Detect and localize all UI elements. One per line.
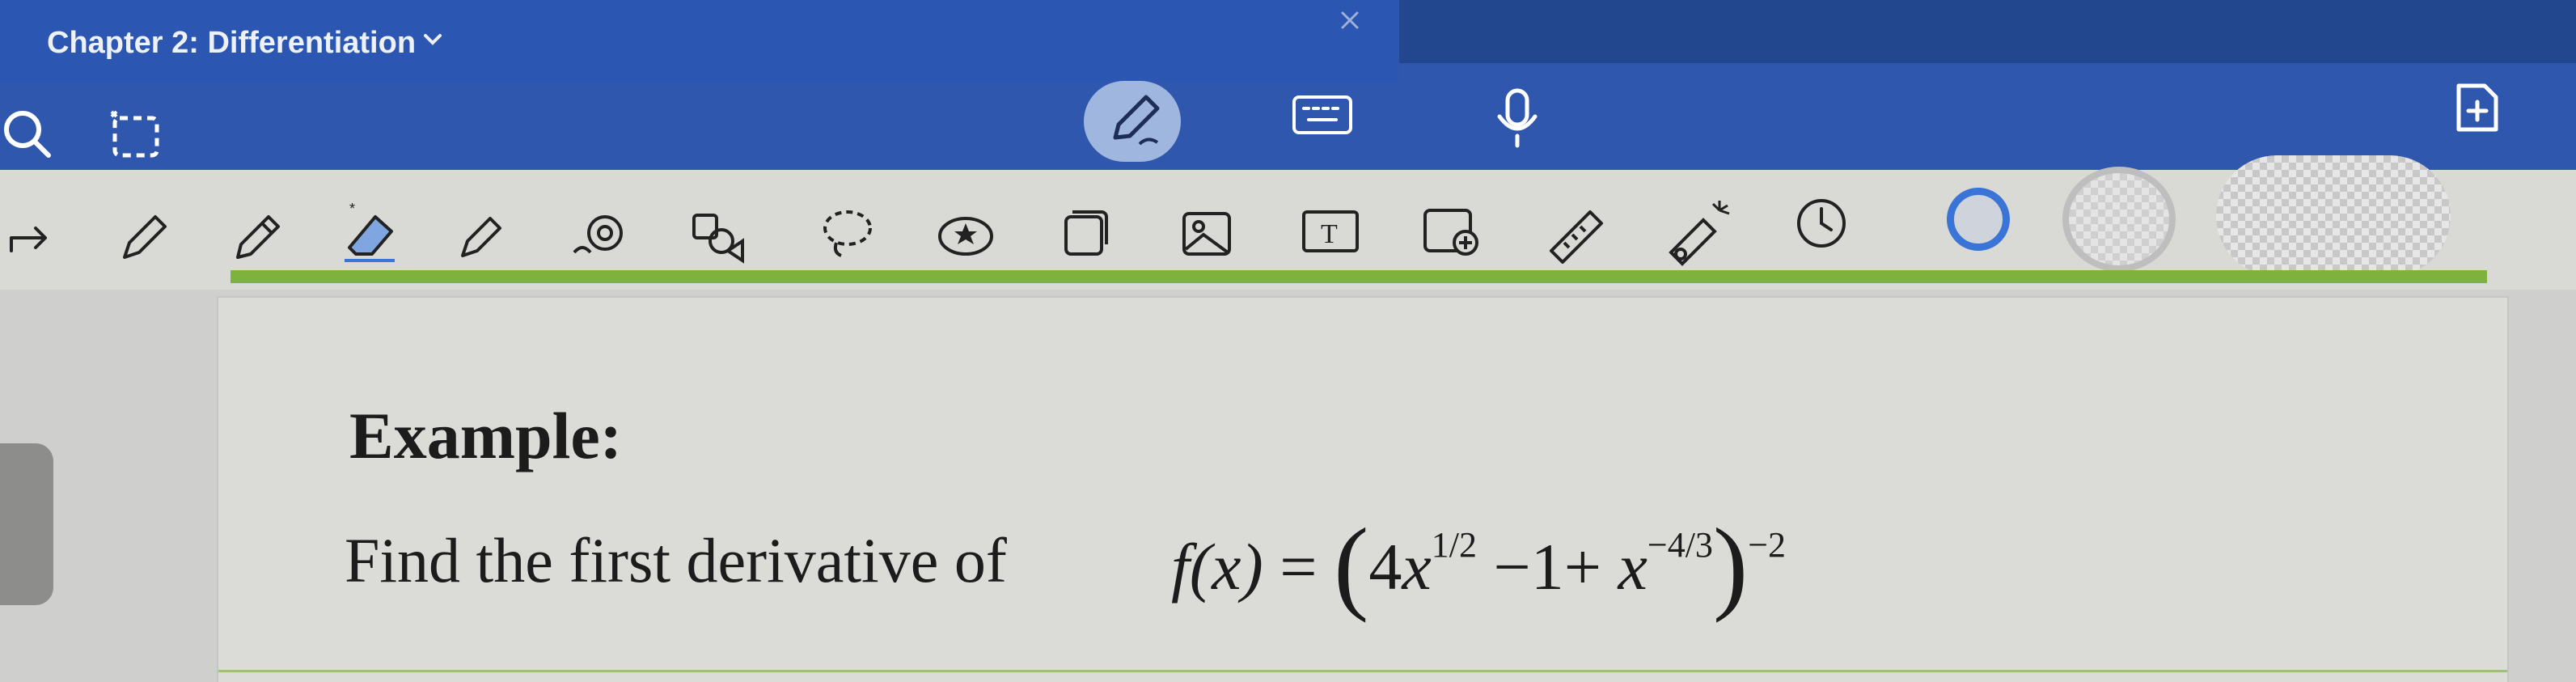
lasso-select-icon[interactable] <box>104 104 168 168</box>
redo-icon[interactable] <box>5 218 53 259</box>
keyboard-icon[interactable] <box>1291 91 1354 139</box>
pencil-mode-icon <box>1113 95 1160 146</box>
tab-strip-background <box>1399 0 2576 63</box>
text-box-icon[interactable]: T <box>1294 204 1367 261</box>
sidebar-handle[interactable] <box>0 443 53 605</box>
ruler-icon[interactable] <box>1540 201 1613 273</box>
color-swatch-blue[interactable] <box>1947 188 2010 251</box>
color-swatch-transparent[interactable] <box>2216 155 2451 277</box>
term2-base: x <box>1618 530 1648 604</box>
close-icon[interactable] <box>1336 6 1364 34</box>
svg-text:*: * <box>349 201 355 217</box>
chevron-down-icon[interactable] <box>421 28 445 52</box>
elements-icon[interactable] <box>684 204 749 269</box>
equals-sign: = <box>1280 530 1318 604</box>
svg-text:T: T <box>1321 219 1338 249</box>
pen-icon[interactable] <box>116 209 173 265</box>
term2-exponent: −4/3 <box>1647 524 1713 565</box>
copy-icon[interactable] <box>1051 202 1116 267</box>
highlighter-icon[interactable] <box>453 209 510 265</box>
problem-prompt: Find the first derivative of <box>345 525 1007 595</box>
open-paren: ( <box>1334 507 1369 624</box>
outer-exponent: −2 <box>1748 524 1787 565</box>
page-bottom-border <box>218 670 2507 672</box>
term1-exponent: 1/2 <box>1431 524 1477 565</box>
notebook-page[interactable] <box>218 298 2507 682</box>
image-icon[interactable] <box>1174 202 1239 267</box>
sticker-icon[interactable] <box>930 204 1003 269</box>
plus-sign: + <box>1563 530 1601 604</box>
search-icon[interactable] <box>0 105 57 162</box>
shapes-icon[interactable] <box>566 204 631 269</box>
term1-coefficient: 4 <box>1368 530 1402 604</box>
formula: f(x) = (4x1/2 −1+ x−4/3)−2 <box>1171 493 1787 624</box>
add-page-icon[interactable] <box>2449 79 2506 136</box>
close-paren: ) <box>1712 507 1749 624</box>
term1-base: x <box>1402 530 1432 604</box>
lasso-icon[interactable] <box>815 201 880 265</box>
timer-icon[interactable] <box>1789 191 1854 256</box>
document-title[interactable]: Chapter 2: Differentiation <box>47 26 416 61</box>
eraser-icon[interactable]: * <box>335 201 408 273</box>
image-search-icon[interactable] <box>1417 201 1490 265</box>
example-heading: Example: <box>349 399 623 472</box>
laser-pointer-icon[interactable] <box>1658 191 1739 272</box>
minus-one: −1 <box>1493 530 1564 604</box>
page-top-border <box>231 270 2487 283</box>
color-swatch-gray[interactable] <box>2062 167 2176 272</box>
microphone-icon[interactable] <box>1493 86 1542 150</box>
pencil-icon[interactable] <box>230 209 286 265</box>
function-name: f(x) <box>1171 530 1263 604</box>
